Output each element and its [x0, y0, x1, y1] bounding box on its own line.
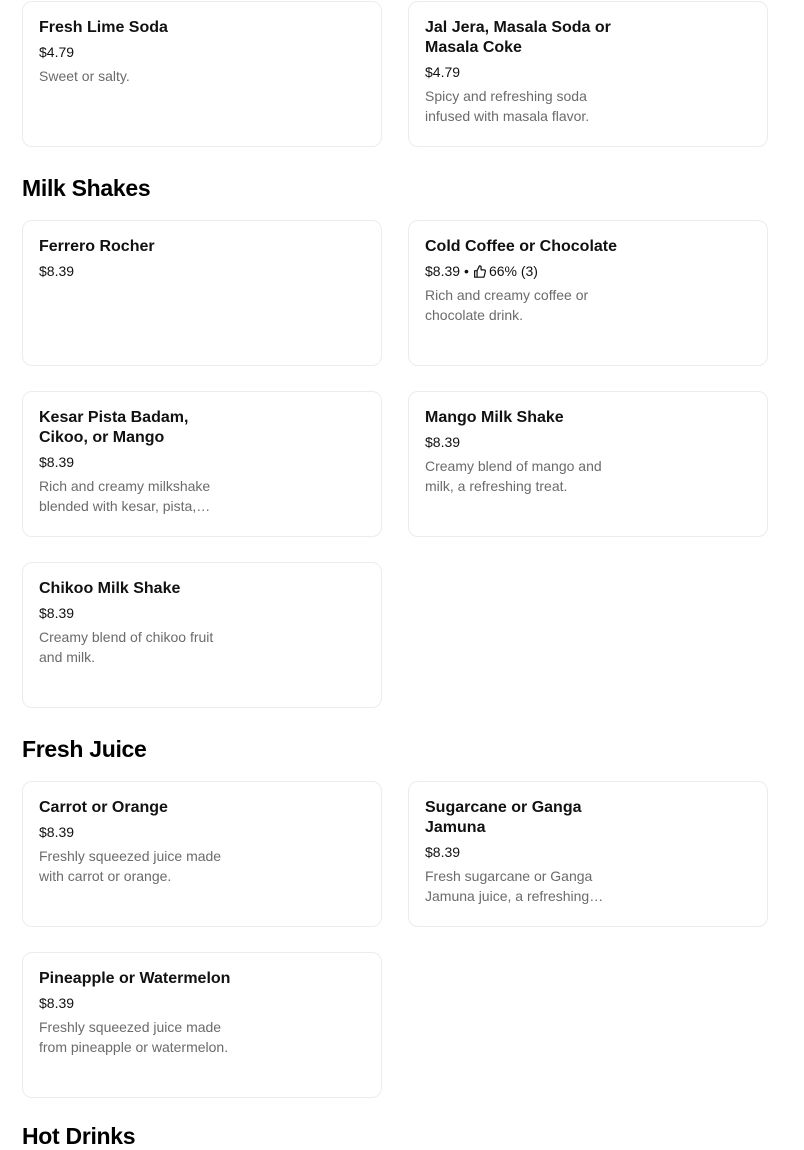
section-title-fresh-juice: Fresh Juice: [22, 736, 147, 762]
item-description: Freshly squeezed juice made with carrot …: [39, 848, 222, 884]
item-rating: 66% (3): [488, 263, 538, 279]
menu-item-card[interactable]: Jal Jera, Masala Soda or Masala Coke $4.…: [408, 1, 768, 147]
item-name: Mango Milk Shake: [425, 409, 564, 426]
item-description: Spicy and refreshing soda infused with m…: [425, 88, 590, 124]
item-description: Sweet or salty.: [39, 68, 130, 84]
section-title-hot-drinks: Hot Drinks: [22, 1123, 136, 1149]
item-description: Fresh sugarcane or Ganga Jamuna juice, a…: [425, 868, 593, 904]
menu-item-card[interactable]: Fresh Lime Soda $4.79 Sweet or salty.: [22, 1, 382, 147]
menu-item-card[interactable]: Pineapple or Watermelon $8.39 Freshly sq…: [22, 952, 382, 1098]
item-price: $8.39: [39, 605, 75, 621]
item-name: Cold Coffee or Chocolate: [425, 238, 618, 255]
menu-item-card[interactable]: Sugarcane or Ganga Jamuna $8.39 Fresh su…: [408, 781, 768, 927]
item-name: Pineapple or Watermelon: [39, 970, 231, 987]
menu-item-card[interactable]: Ferrero Rocher $8.39: [22, 220, 382, 366]
item-price: $8.39: [39, 263, 75, 279]
item-description: Creamy blend of chikoo fruit and milk.: [39, 629, 214, 665]
menu-item-card[interactable]: Mango Milk Shake $8.39 Creamy blend of m…: [408, 391, 768, 537]
meta-separator: •: [464, 263, 469, 279]
item-price: $8.39: [425, 844, 461, 860]
section-title-milk-shakes: Milk Shakes: [22, 175, 151, 201]
item-name: Jal Jera, Masala Soda or Masala Coke: [425, 19, 611, 56]
item-price: $4.79: [425, 64, 461, 80]
item-description: Creamy blend of mango and milk, a refres…: [425, 458, 602, 494]
item-name: Fresh Lime Soda: [39, 19, 168, 36]
item-description: Rich and creamy coffee or chocolate drin…: [425, 287, 589, 323]
item-name: Kesar Pista Badam, Cikoo, or Mango: [39, 409, 189, 446]
item-name: Ferrero Rocher: [39, 238, 155, 255]
item-description: Freshly squeezed juice made from pineapp…: [39, 1019, 229, 1055]
thumbs-up-icon: [473, 264, 486, 278]
item-name: Carrot or Orange: [39, 799, 168, 816]
menu-item-card[interactable]: Chikoo Milk Shake $8.39 Creamy blend of …: [22, 562, 382, 708]
item-price: $8.39: [39, 824, 75, 840]
item-name: Chikoo Milk Shake: [39, 580, 181, 597]
item-price: $8.39: [39, 995, 75, 1011]
menu-item-card[interactable]: Carrot or Orange $8.39 Freshly squeezed …: [22, 781, 382, 927]
menu-item-card[interactable]: Cold Coffee or Chocolate $8.39 • 66% (3)…: [408, 220, 768, 366]
menu-item-card[interactable]: Kesar Pista Badam, Cikoo, or Mango $8.39…: [22, 391, 382, 537]
item-name: Sugarcane or Ganga Jamuna: [425, 799, 582, 836]
item-price: $4.79: [39, 44, 75, 60]
item-description: Rich and creamy milkshake blended with k…: [39, 478, 211, 514]
item-price: $8.39: [39, 454, 75, 470]
item-price: $8.39: [425, 434, 461, 450]
item-price: $8.39: [425, 263, 461, 279]
